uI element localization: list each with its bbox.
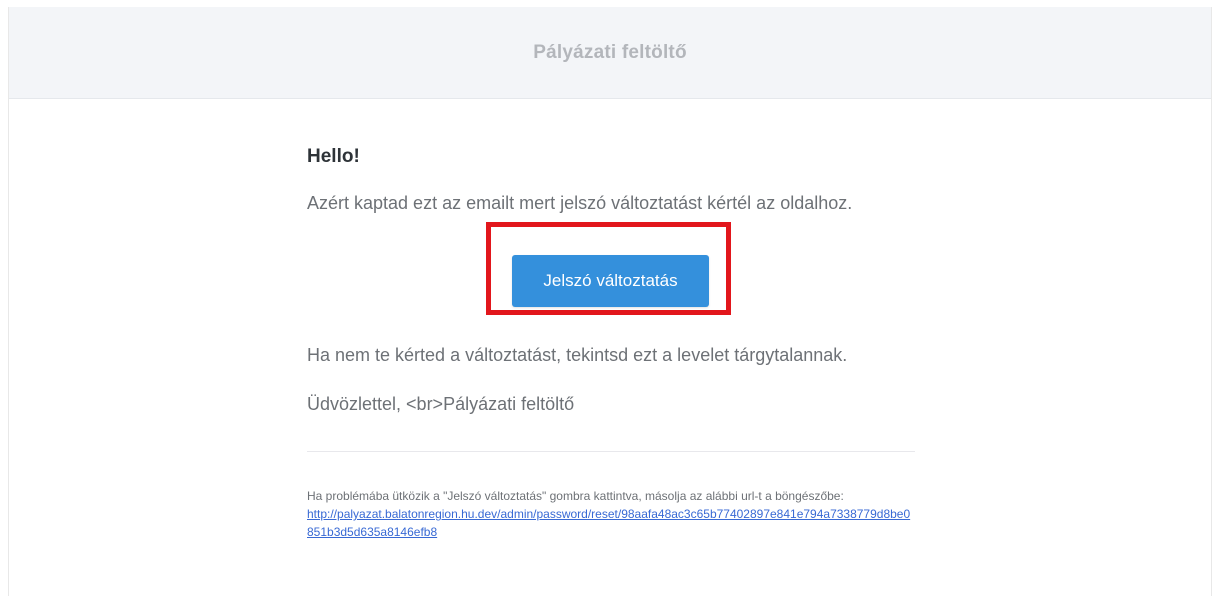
reset-url-link[interactable]: http://palyazat.balatonregion.hu.dev/adm… <box>307 505 911 541</box>
email-frame: Pályázati feltöltő Hello! Azért kaptad e… <box>8 7 1212 596</box>
subcopy: Ha problémába ütközik a "Jelszó változta… <box>307 487 915 541</box>
change-password-button[interactable]: Jelszó változtatás <box>512 255 709 307</box>
subcopy-divider <box>307 451 915 452</box>
greeting-heading: Hello! <box>307 146 360 167</box>
subcopy-text: Ha problémába ütközik a "Jelszó változta… <box>307 489 844 503</box>
header-title[interactable]: Pályázati feltöltő <box>533 42 687 64</box>
outro-text: Ha nem te kérted a változtatást, tekints… <box>307 345 848 365</box>
salutation-text: Üdvözlettel, <br>Pályázati feltöltő <box>307 394 575 414</box>
intro-text: Azért kaptad ezt az emailt mert jelszó v… <box>307 193 853 213</box>
email-header: Pályázati feltöltő <box>9 7 1211 99</box>
